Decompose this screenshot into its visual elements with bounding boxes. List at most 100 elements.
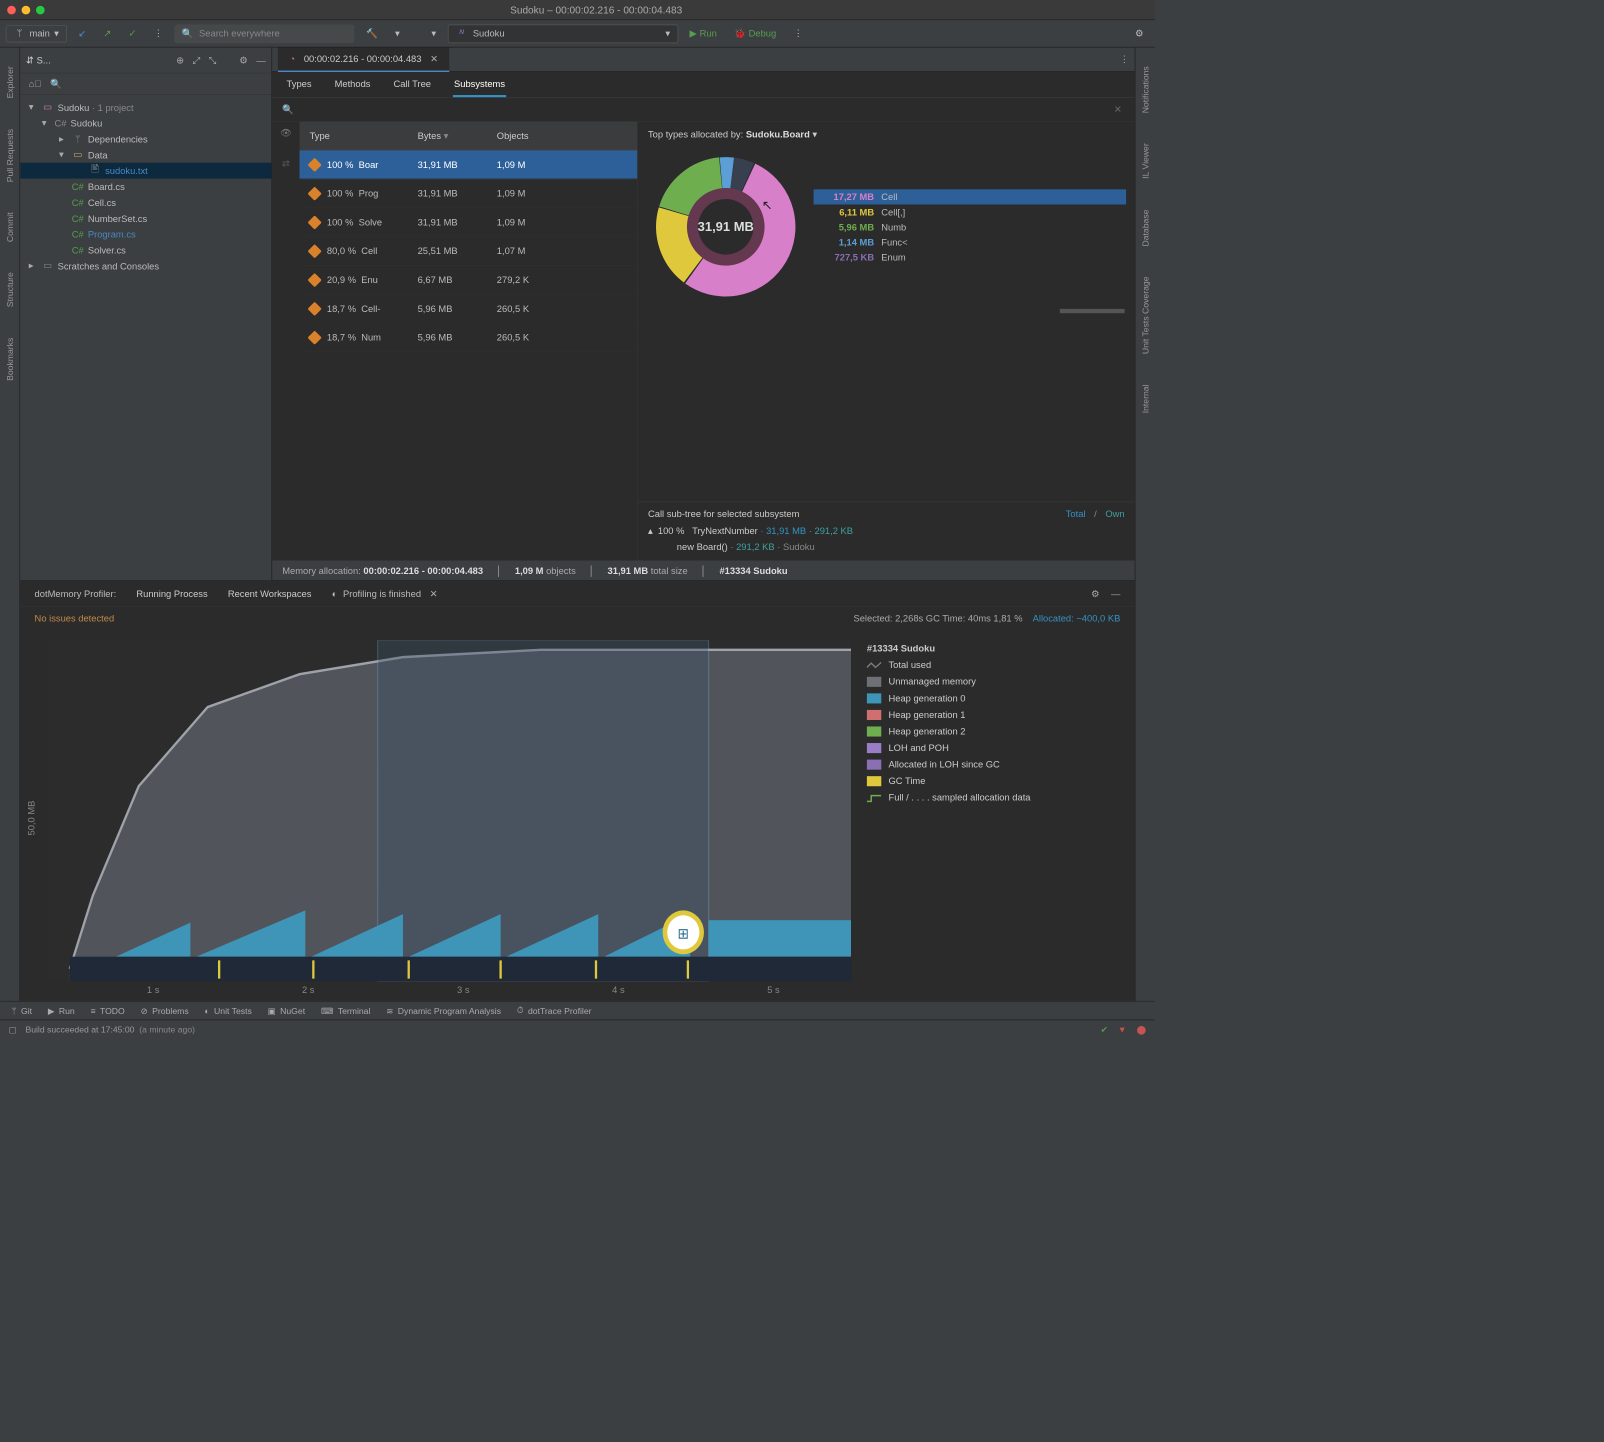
scrollbar[interactable] bbox=[1060, 309, 1125, 313]
expand-all-icon[interactable]: ⤢ bbox=[193, 54, 200, 66]
call-tree-row[interactable]: new Board() · 291,2 KB · Sudoku bbox=[648, 540, 1125, 555]
legend-row[interactable]: LOH and POH bbox=[867, 740, 1120, 757]
tool-strip-bookmarks[interactable]: Bookmarks bbox=[3, 333, 16, 385]
run-config-selector[interactable]: ᴺ Sudoku ▾ bbox=[448, 24, 678, 43]
gear-icon[interactable]: ⚙ bbox=[239, 54, 247, 66]
bottom-tab-git[interactable]: ᛘGit bbox=[12, 1005, 33, 1015]
tree-root[interactable]: ▾ ▭ Sudoku · 1 project bbox=[20, 99, 271, 115]
tool-strip-unit-tests-coverage[interactable]: Unit Tests Coverage bbox=[1139, 272, 1152, 358]
subtab-subsystems[interactable]: Subsystems bbox=[453, 73, 507, 97]
legend-row[interactable]: 6,11 MBCell[,] bbox=[814, 204, 1126, 219]
run-config-back-icon[interactable]: ▾ bbox=[426, 25, 442, 42]
tool-strip-notifications[interactable]: Notifications bbox=[1139, 62, 1152, 118]
bottom-tab-run[interactable]: ▶Run bbox=[48, 1005, 75, 1015]
bottom-tab-dottrace-profiler[interactable]: ⏱dotTrace Profiler bbox=[517, 1005, 592, 1016]
tree-node[interactable]: ▸ᛘDependencies bbox=[20, 131, 271, 147]
subtab-call-tree[interactable]: Call Tree bbox=[392, 73, 432, 97]
vcs-branch-picker[interactable]: ᛘ main ▾ bbox=[6, 25, 67, 42]
bottom-tab-problems[interactable]: ⊘Problems bbox=[141, 1005, 189, 1015]
tool-strip-commit[interactable]: Commit bbox=[3, 208, 16, 246]
locate-icon[interactable]: ⊕ bbox=[176, 54, 184, 66]
close-icon[interactable]: ✕ bbox=[427, 587, 441, 601]
close-icon[interactable]: ✕ bbox=[427, 51, 441, 65]
legend-row[interactable]: 5,96 MBNumb bbox=[814, 219, 1126, 234]
tree-node[interactable]: ▾C#Sudoku bbox=[20, 115, 271, 131]
table-row[interactable]: 100 % Prog31,91 MB1,09 M bbox=[300, 179, 638, 208]
legend-row[interactable]: Heap generation 0 bbox=[867, 690, 1120, 707]
legend-row[interactable]: Full / . . . . sampled allocation data bbox=[867, 789, 1120, 806]
profiler-search[interactable]: 🔍 ✕ bbox=[272, 98, 1135, 121]
dm-active-session[interactable]: ◐ Profiling is finished ✕ bbox=[332, 587, 441, 601]
vcs-update-button[interactable]: ↙ bbox=[73, 25, 92, 42]
search-icon[interactable]: 🔍 bbox=[50, 78, 62, 90]
bottom-tab-dynamic-program-analysis[interactable]: ≋Dynamic Program Analysis bbox=[386, 1005, 501, 1015]
bottom-tab-unit-tests[interactable]: ◐Unit Tests bbox=[204, 1005, 251, 1015]
legend-row[interactable]: 1,14 MBFunc< bbox=[814, 234, 1126, 249]
filter-icon[interactable]: ⇄ bbox=[282, 158, 290, 170]
vcs-push-button[interactable]: ↗ bbox=[98, 25, 117, 42]
debug-button[interactable]: 🐞 Debug bbox=[728, 25, 782, 42]
tool-strip-structure[interactable]: Structure bbox=[3, 268, 16, 312]
minimize-icon[interactable]: — bbox=[1111, 588, 1120, 600]
tree-node[interactable]: 🖹sudoku.txt bbox=[20, 163, 271, 179]
tool-strip-explorer[interactable]: Explorer bbox=[3, 62, 16, 103]
close-icon[interactable]: ✕ bbox=[1111, 102, 1125, 116]
legend-row[interactable]: GC Time bbox=[867, 773, 1120, 790]
legend-row[interactable]: Heap generation 1 bbox=[867, 707, 1120, 724]
table-row[interactable]: 100 % Solve31,91 MB1,09 M bbox=[300, 208, 638, 237]
chevron-down-icon[interactable]: ▾ bbox=[812, 129, 817, 140]
legend-row[interactable]: 727,5 KBEnum bbox=[814, 249, 1126, 264]
table-row[interactable]: 18,7 % Num5,96 MB260,5 K bbox=[300, 323, 638, 352]
more-vcs-icon[interactable]: ⋮ bbox=[148, 25, 169, 42]
table-row[interactable]: 18,7 % Cell-5,96 MB260,5 K bbox=[300, 294, 638, 323]
legend-row[interactable]: 17,27 MBCell bbox=[814, 189, 1126, 204]
more-run-icon[interactable]: ⋮ bbox=[788, 25, 809, 42]
bottom-tab-terminal[interactable]: ⌨Terminal bbox=[321, 1005, 370, 1015]
build-button[interactable]: 🔨 bbox=[360, 25, 383, 42]
search-everywhere[interactable]: 🔍 Search everywhere bbox=[175, 24, 355, 43]
bottom-tab-nuget[interactable]: ▣NuGet bbox=[268, 1005, 305, 1015]
minimize-window-icon[interactable] bbox=[22, 5, 31, 14]
tool-strip-il-viewer[interactable]: IL Viewer bbox=[1139, 139, 1152, 183]
tree-node[interactable]: ▾▭Data bbox=[20, 147, 271, 163]
toggle-toolwindow-icon[interactable]: ▢ bbox=[9, 1024, 17, 1034]
tree-node[interactable]: C#Solver.cs bbox=[20, 242, 271, 258]
dm-running-process[interactable]: Running Process bbox=[136, 589, 207, 600]
legend-row[interactable]: Allocated in LOH since GC bbox=[867, 756, 1120, 773]
table-row[interactable]: 80,0 % Cell25,51 MB1,07 M bbox=[300, 237, 638, 266]
editor-tab[interactable]: ◔ 00:00:02.216 - 00:00:04.483 ✕ bbox=[278, 48, 450, 72]
col-bytes[interactable]: Bytes ▾ bbox=[418, 130, 497, 142]
chevron-down-icon[interactable]: ▾ bbox=[389, 25, 405, 42]
subtab-types[interactable]: Types bbox=[285, 73, 313, 97]
tree-node[interactable]: C#Cell.cs bbox=[20, 194, 271, 210]
tool-strip-database[interactable]: Database bbox=[1139, 205, 1152, 251]
inspection-warn-icon[interactable]: ▼ bbox=[1118, 1024, 1127, 1034]
call-tree-row[interactable]: ▴ 100 % TryNextNumber · 31,91 MB · 291,2… bbox=[648, 524, 1125, 540]
tool-strip-internal[interactable]: Internal bbox=[1139, 380, 1152, 417]
toggle-total[interactable]: Total bbox=[1066, 509, 1086, 520]
more-icon[interactable]: ⋮ bbox=[1120, 54, 1129, 66]
close-window-icon[interactable] bbox=[7, 5, 16, 14]
tree-node[interactable]: C#Board.cs bbox=[20, 179, 271, 195]
maximize-window-icon[interactable] bbox=[36, 5, 45, 14]
table-row[interactable]: 20,9 % Enu6,67 MB279,2 K bbox=[300, 266, 638, 295]
table-row[interactable]: 100 % Boar31,91 MB1,09 M bbox=[300, 150, 638, 179]
legend-row[interactable]: Heap generation 2 bbox=[867, 723, 1120, 740]
project-tree[interactable]: ▾ ▭ Sudoku · 1 project ▾C#Sudoku▸ᛘDepend… bbox=[20, 95, 271, 581]
tool-strip-pull-requests[interactable]: Pull Requests bbox=[3, 124, 16, 186]
dm-recent-workspaces[interactable]: Recent Workspaces bbox=[228, 589, 312, 600]
collapse-all-icon[interactable]: ⤡ bbox=[209, 54, 216, 66]
explorer-title[interactable]: ⇵ S... bbox=[26, 54, 51, 66]
tree-node[interactable]: C#NumberSet.cs bbox=[20, 210, 271, 226]
gear-icon[interactable]: ⚙ bbox=[1091, 588, 1099, 600]
eye-icon[interactable]: 👁 bbox=[280, 127, 292, 139]
run-button[interactable]: ▶ Run bbox=[684, 25, 723, 42]
memory-timeline-chart[interactable]: ⊞ bbox=[47, 640, 851, 981]
col-objects[interactable]: Objects bbox=[497, 130, 627, 141]
settings-icon[interactable]: ⚙ bbox=[1129, 25, 1149, 42]
tree-node[interactable]: ▸▭Scratches and Consoles bbox=[20, 258, 271, 274]
legend-row[interactable]: Unmanaged memory bbox=[867, 674, 1120, 691]
tree-node[interactable]: C#Program.cs bbox=[20, 226, 271, 242]
minimize-icon[interactable]: — bbox=[256, 54, 265, 66]
bottom-tab-todo[interactable]: ≡TODO bbox=[91, 1005, 125, 1015]
